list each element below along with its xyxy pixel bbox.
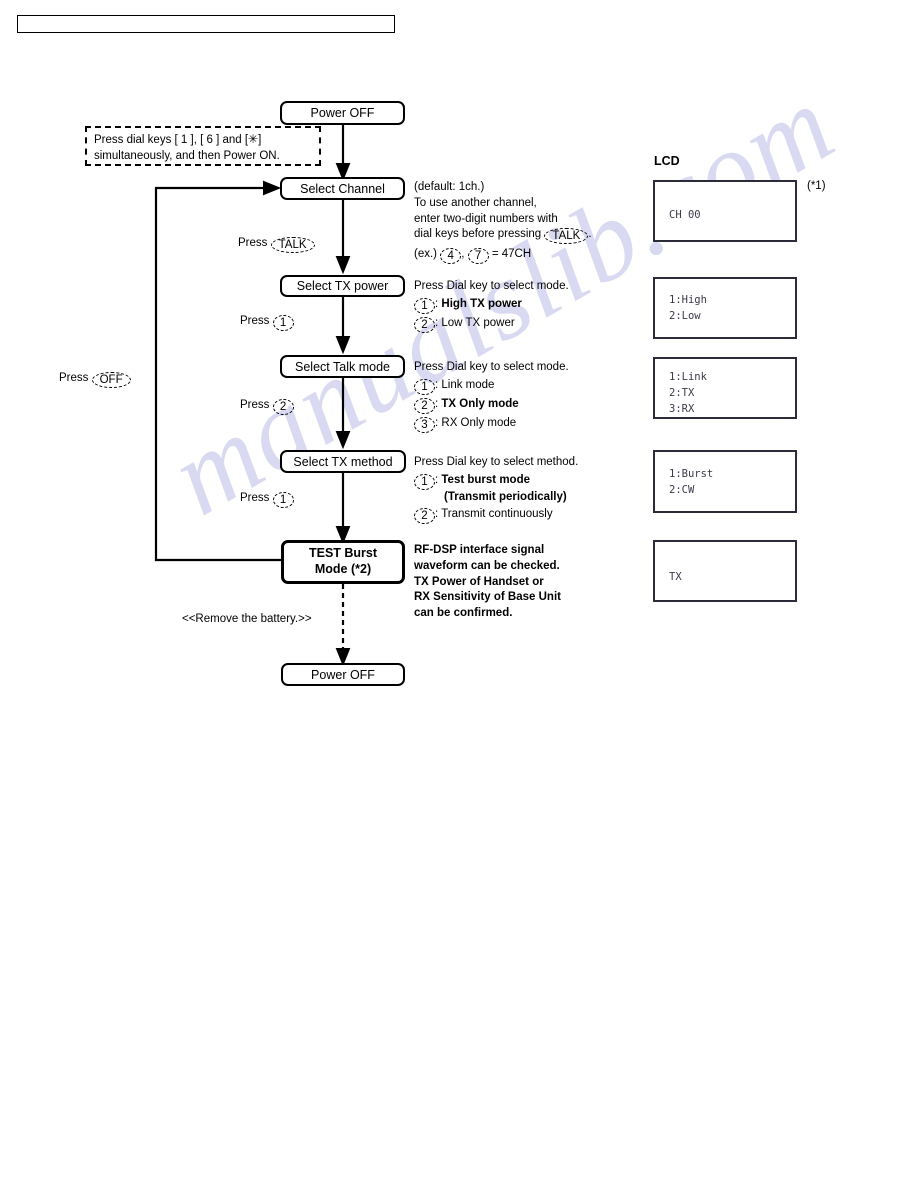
node-test-burst-mode: TEST Burst Mode (*2) bbox=[281, 540, 405, 584]
burst-label-line2: Mode (*2) bbox=[314, 562, 372, 576]
lcd-txpower-line-2: 2:Low bbox=[669, 310, 701, 322]
channel-line-3: enter two-digit numbers with bbox=[414, 212, 558, 225]
key-talk-inline: TALK bbox=[544, 228, 589, 245]
header-rule-box bbox=[17, 15, 395, 33]
lcd-panel-tx-power: 1:High 2:Low bbox=[653, 277, 797, 339]
tx-method-option-2: 2: Transmit continuously bbox=[414, 507, 578, 524]
node-select-tx-method: Select TX method bbox=[280, 450, 406, 473]
tx-method-option-1: 1: Test burst mode bbox=[414, 473, 578, 490]
lcd-talkmode-line-3: 3:RX bbox=[669, 403, 695, 415]
key-1-method: 1 bbox=[272, 492, 294, 509]
talk-mode-heading: Press Dial key to select mode. bbox=[414, 361, 569, 373]
talk-mode-option-1: 1: Link mode bbox=[414, 378, 569, 395]
lcd-panel-talk-mode: 1:Link 2:TX 3:RX bbox=[653, 357, 797, 419]
key-2: 2 bbox=[272, 399, 294, 416]
key-2-talk-option: 2 bbox=[414, 397, 435, 414]
burst-desc-line-1: RF-DSP interface signal bbox=[414, 544, 545, 556]
lcd-txpower-line-1: 1:High bbox=[669, 294, 707, 306]
key-3-talk-option: 3 bbox=[414, 416, 435, 433]
node-select-talk-mode: Select Talk mode bbox=[280, 355, 405, 378]
burst-label-line1: TEST Burst bbox=[308, 546, 378, 561]
key-1-method-option: 1 bbox=[414, 473, 435, 490]
press-off-label: Press OFF bbox=[59, 372, 131, 389]
lcd-talkmode-line-1: 1:Link bbox=[669, 371, 707, 383]
key-2-method-option: 2 bbox=[414, 507, 435, 524]
lcd-burst-line-1: TX bbox=[669, 571, 682, 583]
node-select-channel: Select Channel bbox=[280, 177, 405, 200]
lcd-footnote-star1: (*1) bbox=[807, 180, 826, 192]
key-1-option: 1 bbox=[414, 297, 435, 314]
note-power-on-instruction: Press dial keys [ 1 ], [ 6 ] and [✳] sim… bbox=[85, 126, 321, 166]
label-remove-battery: <<Remove the battery.>> bbox=[182, 613, 312, 625]
burst-desc-line-3: TX Power of Handset or bbox=[414, 575, 544, 588]
press-2-label-talkmode: Press 2 bbox=[240, 399, 294, 416]
key-1-talk-option: 1 bbox=[414, 378, 435, 395]
annotation-talk-mode: Press Dial key to select mode. 1: Link m… bbox=[414, 360, 569, 433]
channel-line-5: (ex.) 4, 7 = 47CH bbox=[414, 247, 592, 265]
press-1-label-txpower: Press 1 bbox=[240, 315, 294, 332]
key-4: 4 bbox=[440, 248, 462, 265]
talk-mode-option-3: 3: RX Only mode bbox=[414, 416, 569, 433]
node-select-tx-power: Select TX power bbox=[280, 275, 405, 297]
channel-line-2: To use another channel, bbox=[414, 196, 537, 209]
annotation-tx-method: Press Dial key to select method. 1: Test… bbox=[414, 455, 578, 524]
node-power-off-top: Power OFF bbox=[280, 101, 405, 125]
note-line-1: Press dial keys [ 1 ], [ 6 ] and [✳] bbox=[94, 132, 262, 146]
lcd-txmethod-line-2: 2:CW bbox=[669, 484, 695, 496]
burst-desc-line-4: RX Sensitivity of Base Unit bbox=[414, 591, 561, 604]
lcd-panel-burst-status: TX bbox=[653, 540, 797, 602]
lcd-channel-line-1: CH 00 bbox=[669, 209, 701, 221]
star-key-icon: ✳ bbox=[248, 132, 259, 146]
key-2-option: 2 bbox=[414, 316, 435, 333]
note-line-2: simultaneously, and then Power ON. bbox=[94, 149, 280, 162]
lcd-txmethod-line-1: 1:Burst bbox=[669, 468, 714, 480]
diagram-page: manualslib.com Power OFF Press dial keys bbox=[0, 0, 918, 1188]
lcd-panel-tx-method: 1:Burst 2:CW bbox=[653, 450, 797, 513]
lcd-panel-channel: CH 00 bbox=[653, 180, 797, 242]
key-off: OFF bbox=[91, 372, 131, 389]
channel-line-1: (default: 1ch.) bbox=[414, 181, 485, 193]
channel-line-4: dial keys before pressing TALK. bbox=[414, 227, 592, 245]
talk-mode-option-2: 2: TX Only mode bbox=[414, 397, 569, 414]
key-7: 7 bbox=[467, 248, 489, 265]
press-1-label-txmethod: Press 1 bbox=[240, 492, 294, 509]
tx-power-option-2: 2: Low TX power bbox=[414, 316, 569, 333]
tx-power-option-1: 1: High TX power bbox=[414, 297, 569, 314]
burst-desc-line-2: waveform can be checked. bbox=[414, 559, 560, 572]
annotation-select-channel: (default: 1ch.) To use another channel, … bbox=[414, 180, 592, 265]
tx-method-heading: Press Dial key to select method. bbox=[414, 456, 579, 468]
key-talk: TALK bbox=[270, 237, 315, 254]
tx-method-option-1-sub: (Transmit periodically) bbox=[444, 490, 567, 503]
lcd-section-title: LCD bbox=[654, 154, 680, 168]
key-1: 1 bbox=[272, 315, 294, 332]
press-talk-label: Press TALK bbox=[238, 237, 315, 254]
node-power-off-bottom: Power OFF bbox=[281, 663, 405, 686]
tx-power-heading: Press Dial key to select mode. bbox=[414, 280, 569, 292]
annotation-tx-power: Press Dial key to select mode. 1: High T… bbox=[414, 279, 569, 333]
annotation-burst-description: RF-DSP interface signal waveform can be … bbox=[414, 543, 561, 622]
burst-desc-line-5: can be confirmed. bbox=[414, 607, 513, 619]
lcd-talkmode-line-2: 2:TX bbox=[669, 387, 695, 399]
